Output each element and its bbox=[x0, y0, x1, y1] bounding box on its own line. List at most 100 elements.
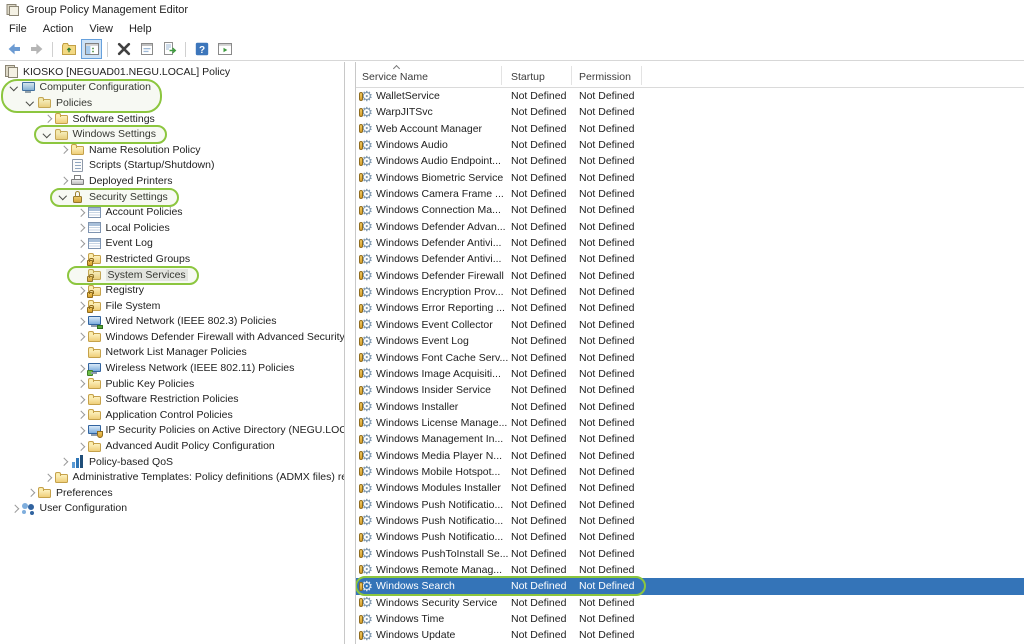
help-button[interactable]: ? bbox=[191, 39, 212, 59]
service-row[interactable]: Windows PushToInstall Se...Not DefinedNo… bbox=[356, 546, 1024, 562]
expand-chevron-icon[interactable] bbox=[74, 237, 88, 249]
service-row[interactable]: Windows Security ServiceNot DefinedNot D… bbox=[356, 595, 1024, 611]
collapse-chevron-icon[interactable] bbox=[8, 81, 22, 93]
tree-item[interactable]: Windows Defender Firewall with Advanced … bbox=[0, 329, 344, 345]
expand-chevron-icon[interactable] bbox=[57, 175, 71, 187]
tree-item[interactable]: Scripts (Startup/Shutdown) bbox=[0, 158, 344, 174]
service-row[interactable]: Windows Defender Antivi...Not DefinedNot… bbox=[356, 235, 1024, 251]
service-row[interactable]: Windows Media Player N...Not DefinedNot … bbox=[356, 448, 1024, 464]
service-row[interactable]: Windows InstallerNot DefinedNot Defined bbox=[356, 399, 1024, 415]
collapse-chevron-icon[interactable] bbox=[24, 97, 38, 109]
tree-item[interactable]: Advanced Audit Policy Configuration bbox=[0, 438, 344, 454]
service-row[interactable]: Windows Camera Frame ...Not DefinedNot D… bbox=[356, 186, 1024, 202]
expand-chevron-icon[interactable] bbox=[57, 144, 71, 156]
service-row[interactable]: WalletServiceNot DefinedNot Defined bbox=[356, 88, 1024, 104]
delete-button[interactable] bbox=[113, 39, 134, 59]
tree-item[interactable]: KIOSKO [NEGUAD01.NEGU.LOCAL] Policy bbox=[0, 64, 344, 80]
service-row[interactable]: Windows Mobile Hotspot...Not DefinedNot … bbox=[356, 464, 1024, 480]
expand-chevron-icon[interactable] bbox=[57, 456, 71, 468]
tree-item[interactable]: Network List Manager Policies bbox=[0, 345, 344, 361]
tree-item[interactable]: Wired Network (IEEE 802.3) Policies bbox=[0, 314, 344, 330]
expand-chevron-icon[interactable] bbox=[74, 222, 88, 234]
service-row[interactable]: Windows Error Reporting ...Not DefinedNo… bbox=[356, 300, 1024, 316]
service-row[interactable]: Web Account ManagerNot DefinedNot Define… bbox=[356, 121, 1024, 137]
tree-item[interactable]: Windows Settings bbox=[0, 126, 344, 142]
service-row[interactable]: Windows Defender FirewallNot DefinedNot … bbox=[356, 268, 1024, 284]
expand-chevron-icon[interactable] bbox=[74, 440, 88, 452]
service-row[interactable]: Windows Event CollectorNot DefinedNot De… bbox=[356, 317, 1024, 333]
tree-item[interactable]: Event Log bbox=[0, 236, 344, 252]
back-button[interactable] bbox=[3, 39, 24, 59]
menu-help[interactable]: Help bbox=[121, 22, 160, 36]
expand-chevron-icon[interactable] bbox=[8, 502, 22, 514]
service-row[interactable]: Windows Image Acquisiti...Not DefinedNot… bbox=[356, 366, 1024, 382]
service-row[interactable]: Windows Defender Antivi...Not DefinedNot… bbox=[356, 251, 1024, 267]
column-divider[interactable] bbox=[641, 66, 642, 85]
service-row[interactable]: Windows Push Notificatio...Not DefinedNo… bbox=[356, 529, 1024, 545]
tree-item[interactable]: Public Key Policies bbox=[0, 376, 344, 392]
tree-item[interactable]: User Configuration bbox=[0, 501, 344, 517]
column-header-startup[interactable]: Startup bbox=[511, 71, 545, 83]
service-row[interactable]: Windows Biometric ServiceNot DefinedNot … bbox=[356, 170, 1024, 186]
expand-chevron-icon[interactable] bbox=[74, 409, 88, 421]
service-row[interactable]: Windows Encryption Prov...Not DefinedNot… bbox=[356, 284, 1024, 300]
show-console-tree-button[interactable] bbox=[81, 39, 102, 59]
tree-item[interactable]: Software Settings bbox=[0, 111, 344, 127]
export-list-button[interactable] bbox=[159, 39, 180, 59]
forward-button[interactable] bbox=[26, 39, 47, 59]
column-divider[interactable] bbox=[571, 66, 572, 85]
menu-view[interactable]: View bbox=[81, 22, 121, 36]
tree-item[interactable]: Name Resolution Policy bbox=[0, 142, 344, 158]
tree-item[interactable]: Computer Configuration bbox=[0, 80, 344, 96]
tree-item[interactable]: Policy-based QoS bbox=[0, 454, 344, 470]
service-row[interactable]: Windows Audio Endpoint...Not DefinedNot … bbox=[356, 153, 1024, 169]
tree-item[interactable]: Wireless Network (IEEE 802.11) Policies bbox=[0, 360, 344, 376]
collapse-chevron-icon[interactable] bbox=[57, 191, 71, 203]
service-row[interactable]: Windows TimeNot DefinedNot Defined bbox=[356, 611, 1024, 627]
service-row[interactable]: WarpJITSvcNot DefinedNot Defined bbox=[356, 104, 1024, 120]
column-header-service-name[interactable]: Service Name bbox=[362, 71, 428, 83]
column-header-permission[interactable]: Permission bbox=[579, 71, 631, 83]
service-row[interactable]: Windows Push Notificatio...Not DefinedNo… bbox=[356, 513, 1024, 529]
tree-item[interactable]: Policies bbox=[0, 95, 344, 111]
properties-button[interactable] bbox=[136, 39, 157, 59]
expand-chevron-icon[interactable] bbox=[24, 487, 38, 499]
menu-file[interactable]: File bbox=[1, 22, 35, 36]
expand-chevron-icon[interactable] bbox=[74, 253, 88, 265]
service-row[interactable]: Windows Font Cache Serv...Not DefinedNot… bbox=[356, 350, 1024, 366]
service-row[interactable]: Windows Modules InstallerNot DefinedNot … bbox=[356, 480, 1024, 496]
service-row[interactable]: Windows Defender Advan...Not DefinedNot … bbox=[356, 219, 1024, 235]
tree-item[interactable]: File System bbox=[0, 298, 344, 314]
service-row[interactable]: Windows Connection Ma...Not DefinedNot D… bbox=[356, 202, 1024, 218]
menu-action[interactable]: Action bbox=[35, 22, 82, 36]
expand-chevron-icon[interactable] bbox=[74, 393, 88, 405]
expand-chevron-icon[interactable] bbox=[74, 284, 88, 296]
service-row[interactable]: Windows License Manage...Not DefinedNot … bbox=[356, 415, 1024, 431]
service-row[interactable]: Windows Event LogNot DefinedNot Defined bbox=[356, 333, 1024, 349]
service-row[interactable]: Windows Remote Manag...Not DefinedNot De… bbox=[356, 562, 1024, 578]
expand-chevron-icon[interactable] bbox=[74, 424, 88, 436]
service-row[interactable]: Windows Insider ServiceNot DefinedNot De… bbox=[356, 382, 1024, 398]
tree-item[interactable]: Registry bbox=[0, 282, 344, 298]
service-row[interactable]: Windows SearchNot DefinedNot Defined bbox=[356, 578, 1024, 594]
expand-chevron-icon[interactable] bbox=[74, 206, 88, 218]
expand-chevron-icon[interactable] bbox=[41, 471, 55, 483]
service-row[interactable]: Windows Push Notificatio...Not DefinedNo… bbox=[356, 497, 1024, 513]
service-row[interactable]: Windows AudioNot DefinedNot Defined bbox=[356, 137, 1024, 153]
collapse-chevron-icon[interactable] bbox=[41, 128, 55, 140]
tree-item[interactable]: Preferences bbox=[0, 485, 344, 501]
tree-item[interactable]: Account Policies bbox=[0, 204, 344, 220]
service-row[interactable]: Windows Management In...Not DefinedNot D… bbox=[356, 431, 1024, 447]
up-one-level-button[interactable] bbox=[58, 39, 79, 59]
column-divider[interactable] bbox=[501, 66, 502, 85]
tree-item[interactable]: Software Restriction Policies bbox=[0, 391, 344, 407]
expand-chevron-icon[interactable] bbox=[74, 300, 88, 312]
tree-item[interactable]: Local Policies bbox=[0, 220, 344, 236]
expand-chevron-icon[interactable] bbox=[74, 378, 88, 390]
tree-item[interactable]: Restricted Groups bbox=[0, 251, 344, 267]
service-row[interactable]: Windows UpdateNot DefinedNot Defined bbox=[356, 627, 1024, 643]
tree-item[interactable]: Application Control Policies bbox=[0, 407, 344, 423]
expand-chevron-icon[interactable] bbox=[74, 315, 88, 327]
expand-chevron-icon[interactable] bbox=[74, 331, 88, 343]
tree-item[interactable]: Deployed Printers bbox=[0, 173, 344, 189]
